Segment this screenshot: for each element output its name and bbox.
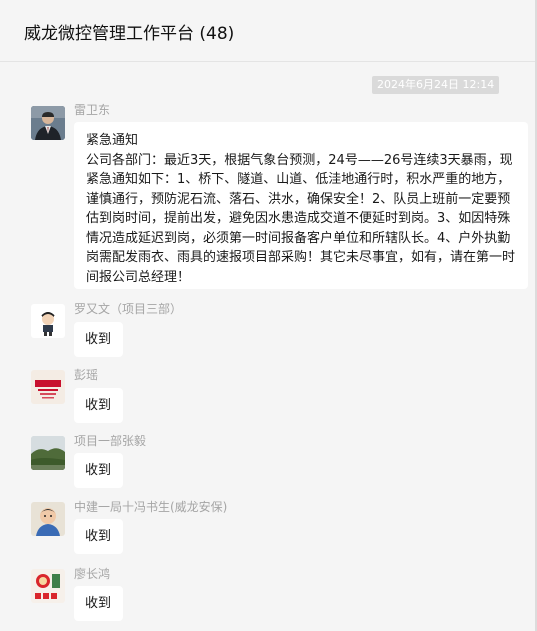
- sender-name: 彭瑶: [74, 368, 99, 382]
- message-title: 紧急通知: [86, 133, 139, 148]
- message-bubble[interactable]: 紧急通知 公司各部门：最近3天，根据气象台预测，24号——26号连续3天暴雨，现…: [74, 122, 528, 289]
- chat-title: 威龙微控管理工作平台 (48): [24, 24, 235, 44]
- sender-name: 中建一局十冯书生(威龙安保): [74, 500, 228, 514]
- message-bubble[interactable]: 收到: [74, 453, 123, 488]
- chat-header: 威龙微控管理工作平台 (48): [0, 0, 537, 62]
- sender-name: 罗又文（项目三部）: [74, 302, 183, 316]
- sender-name: 雷卫东: [74, 103, 111, 117]
- message-timestamp: 2024年6月24日 12:14: [372, 76, 500, 94]
- sender-name: 廖长鸿: [74, 567, 111, 581]
- avatar-cartoon-character-icon[interactable]: [31, 304, 65, 338]
- avatar-child-photo-icon[interactable]: [31, 502, 65, 536]
- message-bubble[interactable]: 收到: [74, 322, 123, 357]
- message-text: 收到: [85, 529, 112, 544]
- avatar-china-youth-red-logo-icon[interactable]: [31, 370, 65, 404]
- message-text: 收到: [85, 398, 112, 413]
- avatar-landscape-photo-icon[interactable]: [31, 436, 65, 470]
- sender-name: 项目一部张毅: [74, 434, 147, 448]
- message-body: 公司各部门：最近3天，根据气象台预测，24号——26号连续3天暴雨，现紧急通知如…: [86, 152, 516, 285]
- avatar-red-badge-sticker-icon[interactable]: [31, 569, 65, 603]
- message-text: 收到: [85, 596, 112, 611]
- message-bubble[interactable]: 收到: [74, 519, 123, 554]
- message-text: 收到: [85, 463, 112, 478]
- avatar-man-in-suit-photo-icon[interactable]: [31, 106, 65, 140]
- message-bubble[interactable]: 收到: [74, 586, 123, 621]
- message-text: 收到: [85, 332, 112, 347]
- message-bubble[interactable]: 收到: [74, 388, 123, 423]
